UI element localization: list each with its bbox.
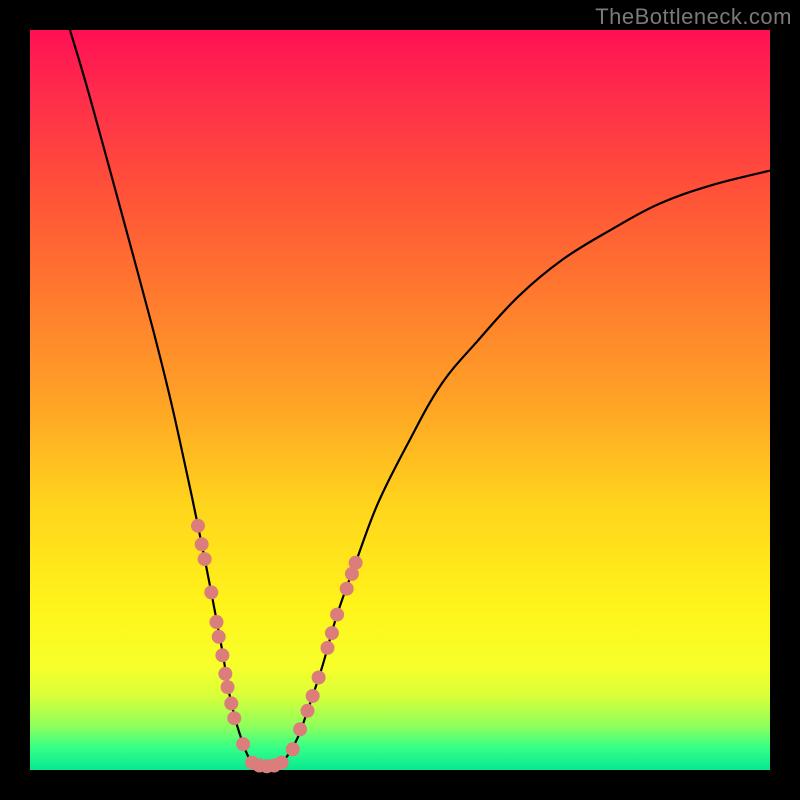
data-dot: [325, 626, 339, 640]
data-dot: [340, 582, 354, 596]
data-dot: [224, 696, 238, 710]
bottleneck-curve: [70, 30, 770, 767]
data-dot: [330, 608, 344, 622]
data-dot: [306, 689, 320, 703]
plot-area: [30, 30, 770, 770]
chart-svg: [30, 30, 770, 770]
chart-frame: TheBottleneck.com: [0, 0, 800, 800]
data-dot: [349, 556, 363, 570]
data-dot: [218, 667, 232, 681]
data-dot: [215, 648, 229, 662]
data-dot: [275, 756, 289, 770]
data-dot: [293, 722, 307, 736]
data-dot: [312, 671, 326, 685]
data-dot: [204, 585, 218, 599]
data-dot: [195, 537, 209, 551]
data-dot: [236, 737, 250, 751]
data-dot: [221, 680, 235, 694]
data-dot: [209, 615, 223, 629]
data-dot: [286, 742, 300, 756]
data-dot: [227, 711, 241, 725]
data-dot: [320, 641, 334, 655]
watermark-text: TheBottleneck.com: [595, 4, 792, 30]
data-dots-group: [191, 519, 363, 774]
data-dot: [212, 630, 226, 644]
data-dot: [301, 704, 315, 718]
data-dot: [191, 519, 205, 533]
data-dot: [198, 552, 212, 566]
